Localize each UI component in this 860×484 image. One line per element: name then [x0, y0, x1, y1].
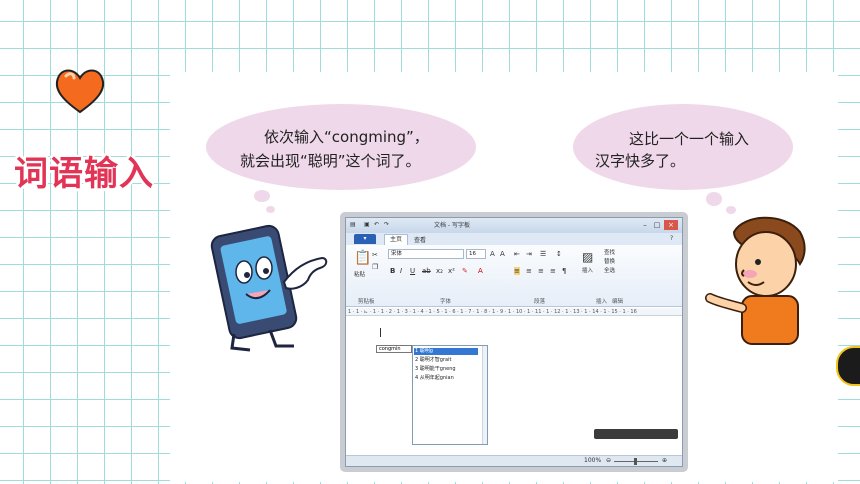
minimize-button[interactable]: –	[640, 220, 650, 230]
boy-illustration	[705, 216, 806, 345]
file-menu-button[interactable]: ▾	[354, 234, 376, 244]
zoom-out-icon[interactable]: ⊖	[606, 457, 611, 465]
paste-label[interactable]: 粘贴	[354, 271, 365, 279]
thought-bubble-left: 依次输入“congming”， 就会出现“聪明”这个词了。	[206, 104, 476, 190]
bubble-right-line1: 这比一个一个输入	[629, 130, 750, 148]
candidate-scrollbar[interactable]	[482, 346, 487, 444]
shrink-font-icon[interactable]: A	[500, 250, 505, 258]
grow-font-icon[interactable]: A	[490, 250, 495, 258]
group-paragraph-label: 段落	[534, 299, 546, 305]
bubble-dot	[706, 192, 722, 206]
tab-view[interactable]: 查看	[414, 235, 426, 244]
maximize-button[interactable]: □	[652, 220, 662, 230]
save-icon[interactable]: ▣	[364, 221, 370, 229]
candidate-item[interactable]: 4 从明年起gnian	[415, 375, 454, 382]
text-caret	[380, 328, 381, 337]
ribbon: 📋 粘贴 ✂ ❐ 剪贴板 宋体 16 A A B I U ab x₂ x² ✎ …	[346, 245, 682, 307]
bubble-dot	[266, 206, 275, 213]
decrease-indent-icon[interactable]: ⇤	[514, 250, 520, 258]
superscript-icon[interactable]: x²	[448, 267, 455, 275]
undo-icon[interactable]: ↶	[374, 221, 379, 229]
status-bar: 100% ⊖ ⊕	[346, 455, 682, 466]
candidate-item[interactable]: 3 聪明能干gneng	[415, 366, 456, 373]
next-page-button[interactable]	[836, 346, 860, 386]
paragraph-icon[interactable]: ¶	[562, 267, 566, 275]
highlight-icon[interactable]: ✎	[462, 267, 468, 275]
wordpad-window: ▤ ▣ ↶ ↷ 文档 - 写字板 – □ × ▾ 主页 查看 ? 📋 粘贴 ✂ …	[345, 217, 683, 467]
group-clipboard-label: 剪贴板	[358, 299, 375, 305]
title-bar: ▤ ▣ ↶ ↷ 文档 - 写字板 – □ ×	[346, 218, 682, 233]
candidate-item[interactable]: 2 聪明才智grait	[415, 357, 451, 364]
select-all-button[interactable]: 全选	[604, 267, 615, 275]
copy-icon[interactable]: ❐	[372, 263, 378, 271]
candidate-item[interactable]: 1 聪明g	[414, 348, 478, 355]
bubble-left-line2: 就会出现“聪明”这个词了。	[240, 152, 421, 170]
line-spacing-icon[interactable]: ↕	[556, 250, 562, 258]
heart-icon	[55, 69, 105, 114]
italic-icon[interactable]: I	[400, 267, 402, 275]
zoom-in-icon[interactable]: ⊕	[662, 457, 667, 465]
bubble-right-line2: 汉字快多了。	[595, 152, 686, 170]
tablet-mascot-illustration	[210, 224, 328, 352]
find-button[interactable]: 查找	[604, 249, 615, 257]
ribbon-tabs: ▾ 主页 查看 ?	[346, 233, 682, 245]
increase-indent-icon[interactable]: ⇥	[526, 250, 532, 258]
app-icon: ▤	[350, 221, 356, 228]
align-left-icon[interactable]: ≡	[514, 267, 520, 275]
align-center-icon[interactable]: ≡	[526, 267, 532, 275]
justify-icon[interactable]: ≡	[550, 267, 556, 275]
redo-icon[interactable]: ↷	[384, 221, 389, 229]
group-editing-label: 编辑	[612, 299, 624, 305]
zoom-level: 100%	[584, 457, 602, 464]
page-title: 词语输入	[14, 154, 154, 194]
align-right-icon[interactable]: ≡	[538, 267, 544, 275]
ruler[interactable]: 1 · 1 · ⊾ · 1 · 1 · 2 · 1 · 3 · 1 · 4 · …	[346, 308, 682, 316]
window-title: 文档 - 写字板	[434, 222, 470, 229]
replace-button[interactable]: 替换	[604, 258, 615, 266]
bubble-dot	[254, 190, 270, 202]
screenshot-frame: ▤ ▣ ↶ ↷ 文档 - 写字板 – □ × ▾ 主页 查看 ? 📋 粘贴 ✂ …	[340, 212, 688, 472]
close-button[interactable]: ×	[664, 220, 678, 230]
ime-composition-box: congmin	[376, 345, 412, 353]
tab-home[interactable]: 主页	[384, 234, 409, 245]
underline-icon[interactable]: U	[410, 267, 415, 275]
font-name-select[interactable]: 宋体	[388, 249, 464, 259]
paste-icon[interactable]: 📋	[354, 251, 371, 265]
group-font-label: 字体	[440, 299, 452, 305]
strikethrough-icon[interactable]: ab	[422, 267, 431, 275]
bubble-left-line1: 依次输入“congming”，	[264, 128, 429, 146]
font-color-icon[interactable]: A	[478, 267, 483, 275]
subscript-icon[interactable]: x₂	[436, 267, 443, 275]
font-size-select[interactable]: 16	[466, 249, 486, 259]
thought-bubble-right: 这比一个一个输入 汉字快多了。	[573, 104, 793, 190]
ime-toolbar[interactable]	[594, 429, 678, 439]
help-icon[interactable]: ?	[670, 235, 673, 243]
zoom-slider-thumb[interactable]	[634, 458, 637, 465]
insert-label[interactable]: 插入	[582, 267, 593, 275]
group-insert-label: 插入	[596, 299, 608, 305]
bold-icon[interactable]: B	[390, 267, 395, 275]
ime-candidate-list: 1 聪明g 2 聪明才智grait 3 聪明能干gneng 4 从明年起gnia…	[412, 345, 488, 445]
bullets-icon[interactable]: ☰	[540, 250, 546, 258]
picture-icon[interactable]: ▨	[582, 251, 593, 263]
cut-icon[interactable]: ✂	[372, 251, 378, 259]
